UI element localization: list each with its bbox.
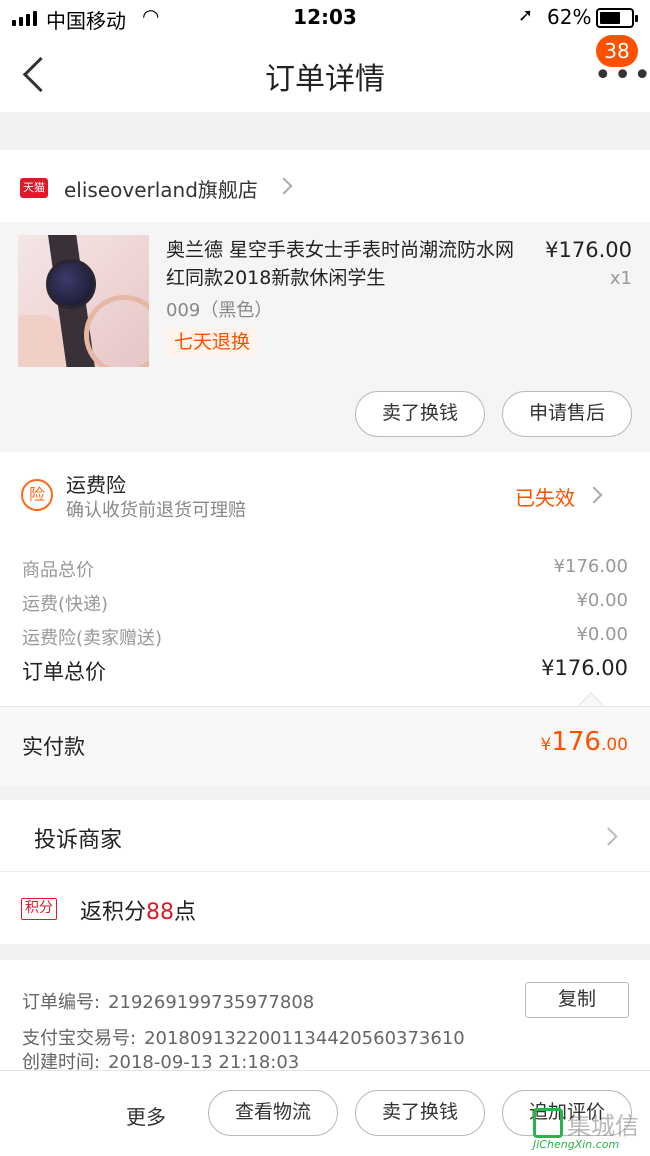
alipay-trade-number: 支付宝交易号: 2018091322001134420560373610 — [22, 1028, 465, 1049]
shipping-insurance-row[interactable]: 险 运费险 确认收货前退货可理赔 已失效 — [0, 452, 650, 532]
nav-bar: 订单详情 ••• 38 — [0, 35, 650, 112]
battery-percent: 62% — [547, 5, 592, 29]
actual-payment-amount: ¥176.00 — [540, 727, 628, 757]
actual-payment-label: 实付款 — [22, 735, 85, 759]
summary-label: 运费险(卖家赠送) — [22, 628, 163, 649]
product-title[interactable]: 奥兰德 星空手表女士手表时尚潮流防水网红同款2018新款休闲学生 — [166, 236, 522, 292]
location-icon: ➚ — [518, 5, 534, 26]
order-total-value: ¥176.00 — [541, 656, 628, 680]
summary-row: 商品总价 ¥176.00 — [22, 556, 628, 582]
watermark-logo: 集城信 JiChengXin.com — [533, 1108, 650, 1156]
tmall-icon: 天猫 — [20, 178, 48, 198]
view-logistics-button[interactable]: 查看物流 — [208, 1090, 338, 1136]
complain-merchant-row[interactable]: 投诉商家 — [0, 800, 650, 872]
store-row[interactable]: 天猫 eliseoverland旗舰店 — [0, 150, 650, 222]
after-sale-button[interactable]: 申请售后 — [502, 391, 632, 437]
order-info: 订单编号: 219269199735977808 复制 支付宝交易号: 201809… — [0, 960, 650, 1073]
summary-label: 运费(快递) — [22, 594, 109, 615]
product-item: 奥兰德 星空手表女士手表时尚潮流防水网红同款2018新款休闲学生 ¥176.00… — [0, 222, 650, 452]
more-menu-button[interactable]: ••• — [594, 61, 650, 91]
status-bar: 中国移动 ◠ 12:03 ➚ 62% — [0, 0, 650, 36]
sell-for-cash-button[interactable]: 卖了换钱 — [355, 1090, 485, 1136]
chevron-right-icon — [599, 827, 618, 846]
summary-value: ¥0.00 — [576, 624, 628, 645]
product-image[interactable] — [18, 235, 149, 367]
product-price: ¥176.00 — [545, 238, 632, 262]
notification-badge: 38 — [596, 35, 638, 67]
more-button[interactable]: 更多 — [126, 1101, 166, 1130]
product-sku: 009（黑色） — [166, 300, 273, 321]
chevron-right-icon — [275, 177, 293, 195]
order-total-row: 订单总价 ¥176.00 — [22, 656, 628, 686]
summary-value: ¥0.00 — [576, 590, 628, 611]
order-number: 订单编号: 219269199735977808 — [22, 992, 315, 1013]
points-row: 积分 返积分88点 — [0, 872, 650, 944]
insurance-subtitle: 确认收货前退货可理赔 — [66, 500, 246, 521]
summary-row: 运费(快递) ¥0.00 — [22, 590, 628, 616]
summary-row: 运费险(卖家赠送) ¥0.00 — [22, 624, 628, 650]
summary-label: 商品总价 — [22, 560, 94, 581]
return-policy-tag: 七天退换 — [166, 328, 259, 356]
insurance-status: 已失效 — [515, 486, 575, 510]
price-summary: 商品总价 ¥176.00 运费(快递) ¥0.00 运费险(卖家赠送) ¥0.0… — [0, 532, 650, 718]
store-name: eliseoverland旗舰店 — [64, 178, 258, 202]
page-title: 订单详情 — [265, 62, 385, 97]
points-badge: 积分 — [21, 898, 57, 920]
order-total-label: 订单总价 — [22, 660, 106, 684]
product-quantity: x1 — [609, 268, 632, 289]
points-text: 返积分88点 — [80, 900, 197, 925]
complain-merchant-label: 投诉商家 — [34, 828, 123, 853]
summary-value: ¥176.00 — [553, 556, 628, 577]
insurance-title: 运费险 — [66, 473, 126, 497]
actual-payment-row: 实付款 ¥176.00 — [0, 706, 650, 786]
copy-button[interactable]: 复制 — [525, 982, 629, 1018]
back-button[interactable] — [20, 54, 50, 94]
sell-for-cash-button[interactable]: 卖了换钱 — [355, 391, 485, 437]
battery-icon — [596, 8, 638, 28]
insurance-icon: 险 — [21, 479, 53, 511]
chevron-right-icon — [585, 486, 603, 504]
